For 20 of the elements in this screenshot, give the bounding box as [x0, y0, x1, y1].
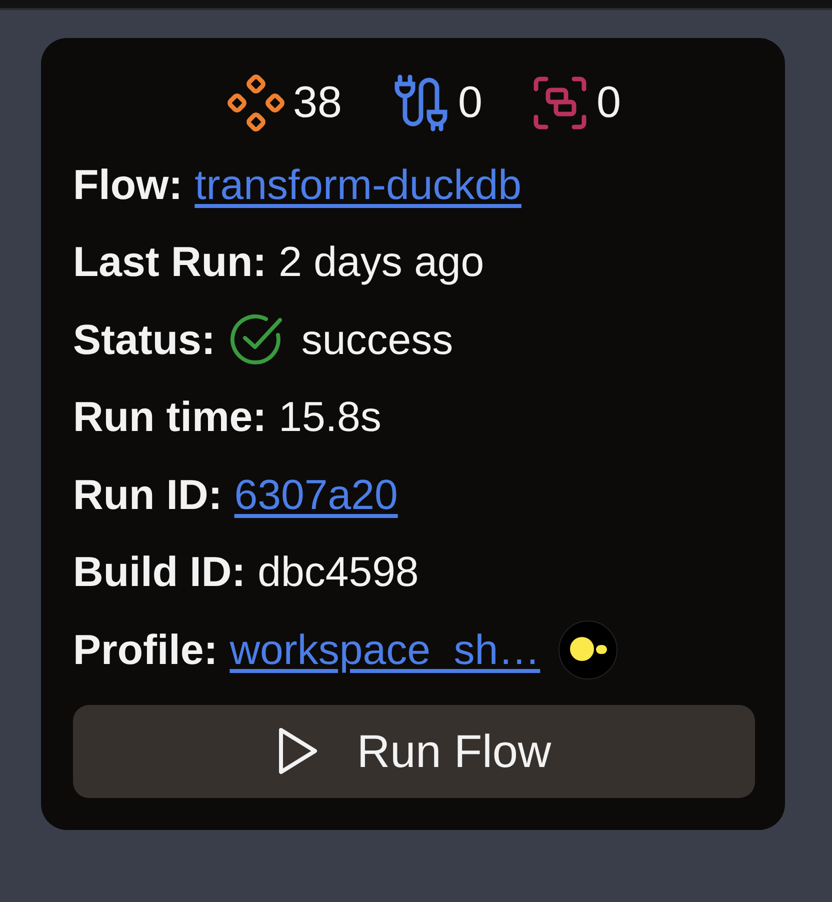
field-link[interactable]: workspace_sh…	[230, 626, 540, 674]
field-label: Flow:	[73, 160, 183, 209]
field-link[interactable]: transform-duckdb	[194, 160, 522, 209]
field-value: 2 days ago	[278, 238, 484, 286]
field-label: Status:	[73, 316, 216, 364]
field-label: Build ID:	[73, 548, 246, 596]
field-label: Run ID:	[73, 470, 222, 519]
field-value: success	[301, 316, 454, 364]
field-label: Profile:	[73, 626, 218, 674]
count: 0	[596, 78, 621, 128]
profile-logo-icon	[558, 620, 618, 680]
run-flow-button[interactable]: Run Flow	[73, 704, 755, 798]
play-icon	[276, 726, 319, 776]
field-label: Last Run:	[73, 238, 267, 286]
field-label: Run time:	[73, 393, 267, 442]
count: 38	[293, 78, 342, 128]
count: 0	[458, 78, 482, 128]
field-value: dbc4598	[258, 548, 419, 596]
field-value: 15.8s	[278, 393, 382, 442]
field-link[interactable]: 6307a20	[234, 470, 398, 519]
